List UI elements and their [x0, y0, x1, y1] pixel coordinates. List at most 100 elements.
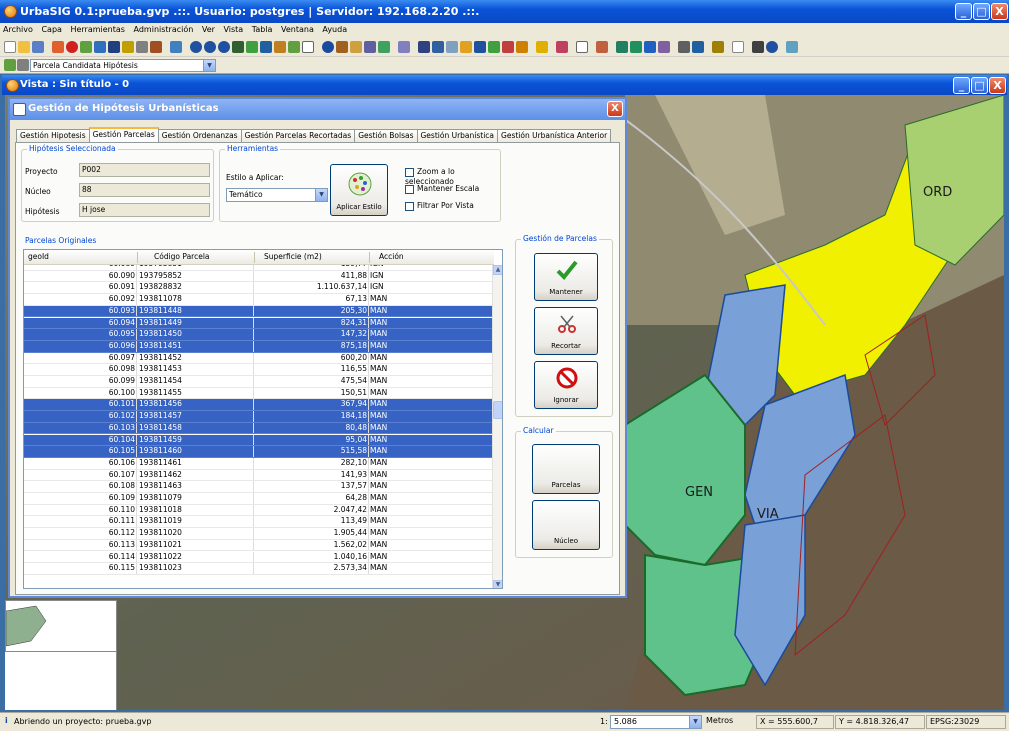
table-scrollbar[interactable]: ▲ ▼ [492, 265, 502, 588]
col-superficie[interactable]: Superficie (m2) [264, 252, 322, 261]
recortar-button[interactable]: Recortar [534, 307, 598, 355]
view-close-button[interactable]: X [989, 77, 1006, 94]
dialog-close-button[interactable]: X [607, 101, 623, 117]
tab-gestion-hipotesis[interactable]: Gestión Hipotesis [16, 129, 90, 143]
geo-icon[interactable] [644, 41, 656, 53]
map2-icon[interactable] [630, 41, 642, 53]
save-icon[interactable] [32, 41, 44, 53]
menu-herramientas[interactable]: Herramientas [67, 23, 128, 34]
open-folder-icon[interactable] [18, 41, 30, 53]
zoom-checkbox-box[interactable] [405, 167, 414, 177]
zoom-checkbox[interactable]: Zoom a lo seleccionado [405, 167, 500, 186]
scroll-down-icon[interactable]: ▼ [493, 580, 502, 588]
zoom-in-icon[interactable] [190, 41, 202, 53]
zoom-next-icon[interactable] [274, 41, 286, 53]
layers-icon[interactable] [94, 41, 106, 53]
tab-gestion-urbanistica-anterior[interactable]: Gestión Urbanística Anterior [497, 129, 612, 143]
table-row[interactable]: 60.102 193811457 184,18 MAN [24, 411, 494, 423]
calculator-icon[interactable] [576, 41, 588, 53]
menu-ventana[interactable]: Ventana [278, 23, 317, 34]
table-row[interactable]: 60.094 193811449 824,31 MAN [24, 317, 494, 330]
gear-icon[interactable] [712, 41, 724, 53]
tab-gestion-bolsas[interactable]: Gestión Bolsas [354, 129, 418, 143]
table-row[interactable]: 60.095 193811450 147,32 MAN [24, 329, 494, 341]
aplicar-estilo-button[interactable]: Aplicar Estilo [330, 164, 388, 216]
menu-vista[interactable]: Vista [220, 23, 246, 34]
col-separator[interactable] [369, 252, 370, 263]
overview-map[interactable] [5, 600, 117, 652]
table-row[interactable]: 60.090 193795852 411,88 IGN [24, 270, 494, 283]
legend-icon[interactable] [556, 41, 568, 53]
table-row[interactable]: 60.101 193811456 367,94 MAN [24, 399, 494, 412]
db-icon[interactable] [108, 41, 120, 53]
window-icon[interactable] [752, 41, 764, 53]
select-all-icon[interactable] [516, 41, 528, 53]
info-icon[interactable] [322, 41, 334, 53]
tab-gestion-parcelas[interactable]: Gestión Parcelas [88, 127, 159, 143]
table-row[interactable]: 60.097 193811452 600,20 MAN [24, 352, 494, 365]
col-codigo[interactable]: Código Parcela [154, 252, 210, 261]
pan-hand-icon[interactable] [302, 41, 314, 53]
menu-archivo[interactable]: Archivo [0, 23, 36, 34]
area-icon[interactable] [364, 41, 376, 53]
new-file-icon[interactable] [4, 41, 16, 53]
layer-list-icon[interactable] [17, 59, 29, 71]
maximize-button[interactable]: □ [973, 3, 990, 20]
mantener-button[interactable]: Mantener [534, 253, 598, 301]
user-icon[interactable] [658, 41, 670, 53]
note-icon[interactable] [732, 41, 744, 53]
filtrar-checkbox-box[interactable] [405, 201, 414, 211]
table-row[interactable]: 60.092 193811078 67,13 MAN [24, 294, 494, 306]
ignorar-button[interactable]: Ignorar [534, 361, 598, 409]
col-separator[interactable] [254, 252, 255, 263]
menu-administracion[interactable]: Administración [131, 23, 197, 34]
layer-select[interactable]: Parcela Candidata Hipótesis ▼ [30, 59, 216, 72]
table-row[interactable]: 60.098 193811453 116,55 MAN [24, 364, 494, 376]
table-icon[interactable] [122, 41, 134, 53]
table-row[interactable]: 60.105 193811460 515,58 MAN [24, 446, 494, 458]
table-row[interactable]: 60.096 193811451 875,18 MAN [24, 340, 494, 353]
table-row[interactable]: 60.091 193828832 1.110.637,14 IGN [24, 282, 494, 295]
calcular-parcelas-button[interactable]: Parcelas [532, 444, 600, 494]
zoom-prev-icon[interactable] [260, 41, 272, 53]
view-minimize-button[interactable]: _ [953, 77, 970, 94]
close-button[interactable]: X [991, 3, 1008, 20]
table-row[interactable]: 60.106 193811461 282,10 MAN [24, 457, 494, 470]
select-arrow-icon[interactable] [418, 41, 430, 53]
filter-icon[interactable] [536, 41, 548, 53]
table-row[interactable]: 60.104 193811459 95,04 MAN [24, 434, 494, 447]
locate-icon[interactable] [398, 41, 410, 53]
tab-gestion-urbanistica[interactable]: Gestión Urbanística [416, 129, 499, 143]
table-row[interactable]: 60.115 193811023 2.573,34 MAN [24, 563, 494, 575]
select-rect-icon[interactable] [446, 41, 458, 53]
table-row[interactable]: 60.110 193811018 2.047,42 MAN [24, 504, 494, 517]
filtrar-checkbox[interactable]: Filtrar Por Vista [405, 201, 474, 211]
menu-ayuda[interactable]: Ayuda [319, 23, 350, 34]
measure-icon[interactable] [336, 41, 348, 53]
table-row[interactable]: 60.093 193811448 205,30 MAN [24, 305, 494, 318]
table-row[interactable]: 60.111 193811019 113,49 MAN [24, 516, 494, 529]
table-row[interactable]: 60.100 193811455 150,51 MAN [24, 387, 494, 400]
scale-select[interactable]: 5.086 ▼ [610, 715, 702, 729]
col-separator[interactable] [137, 252, 138, 263]
chevron-down-icon[interactable]: ▼ [689, 716, 701, 728]
edit-layer-icon[interactable] [4, 59, 16, 71]
table-row[interactable]: 60.108 193811463 137,57 MAN [24, 481, 494, 493]
scroll-thumb[interactable] [493, 401, 502, 419]
col-accion[interactable]: Acción [379, 252, 404, 261]
zoom-full-icon[interactable] [218, 41, 230, 53]
menu-ver[interactable]: Ver [199, 23, 218, 34]
magnifier-icon[interactable] [766, 41, 778, 53]
select-buffer-icon[interactable] [502, 41, 514, 53]
tab-gestion-ordenanzas[interactable]: Gestión Ordenanzas [157, 129, 242, 143]
tools-icon[interactable] [596, 41, 608, 53]
cut-icon[interactable] [150, 41, 162, 53]
table-row[interactable]: 60.107 193811462 141,93 MAN [24, 469, 494, 482]
select-line-icon[interactable] [474, 41, 486, 53]
menu-capa[interactable]: Capa [38, 23, 64, 34]
layer-icon[interactable] [80, 41, 92, 53]
leaf-icon[interactable] [378, 41, 390, 53]
scroll-up-icon[interactable]: ▲ [493, 265, 502, 275]
escala-checkbox-box[interactable] [405, 184, 414, 194]
tab-gestion-parcelas-recortadas[interactable]: Gestión Parcelas Recortadas [240, 129, 356, 143]
